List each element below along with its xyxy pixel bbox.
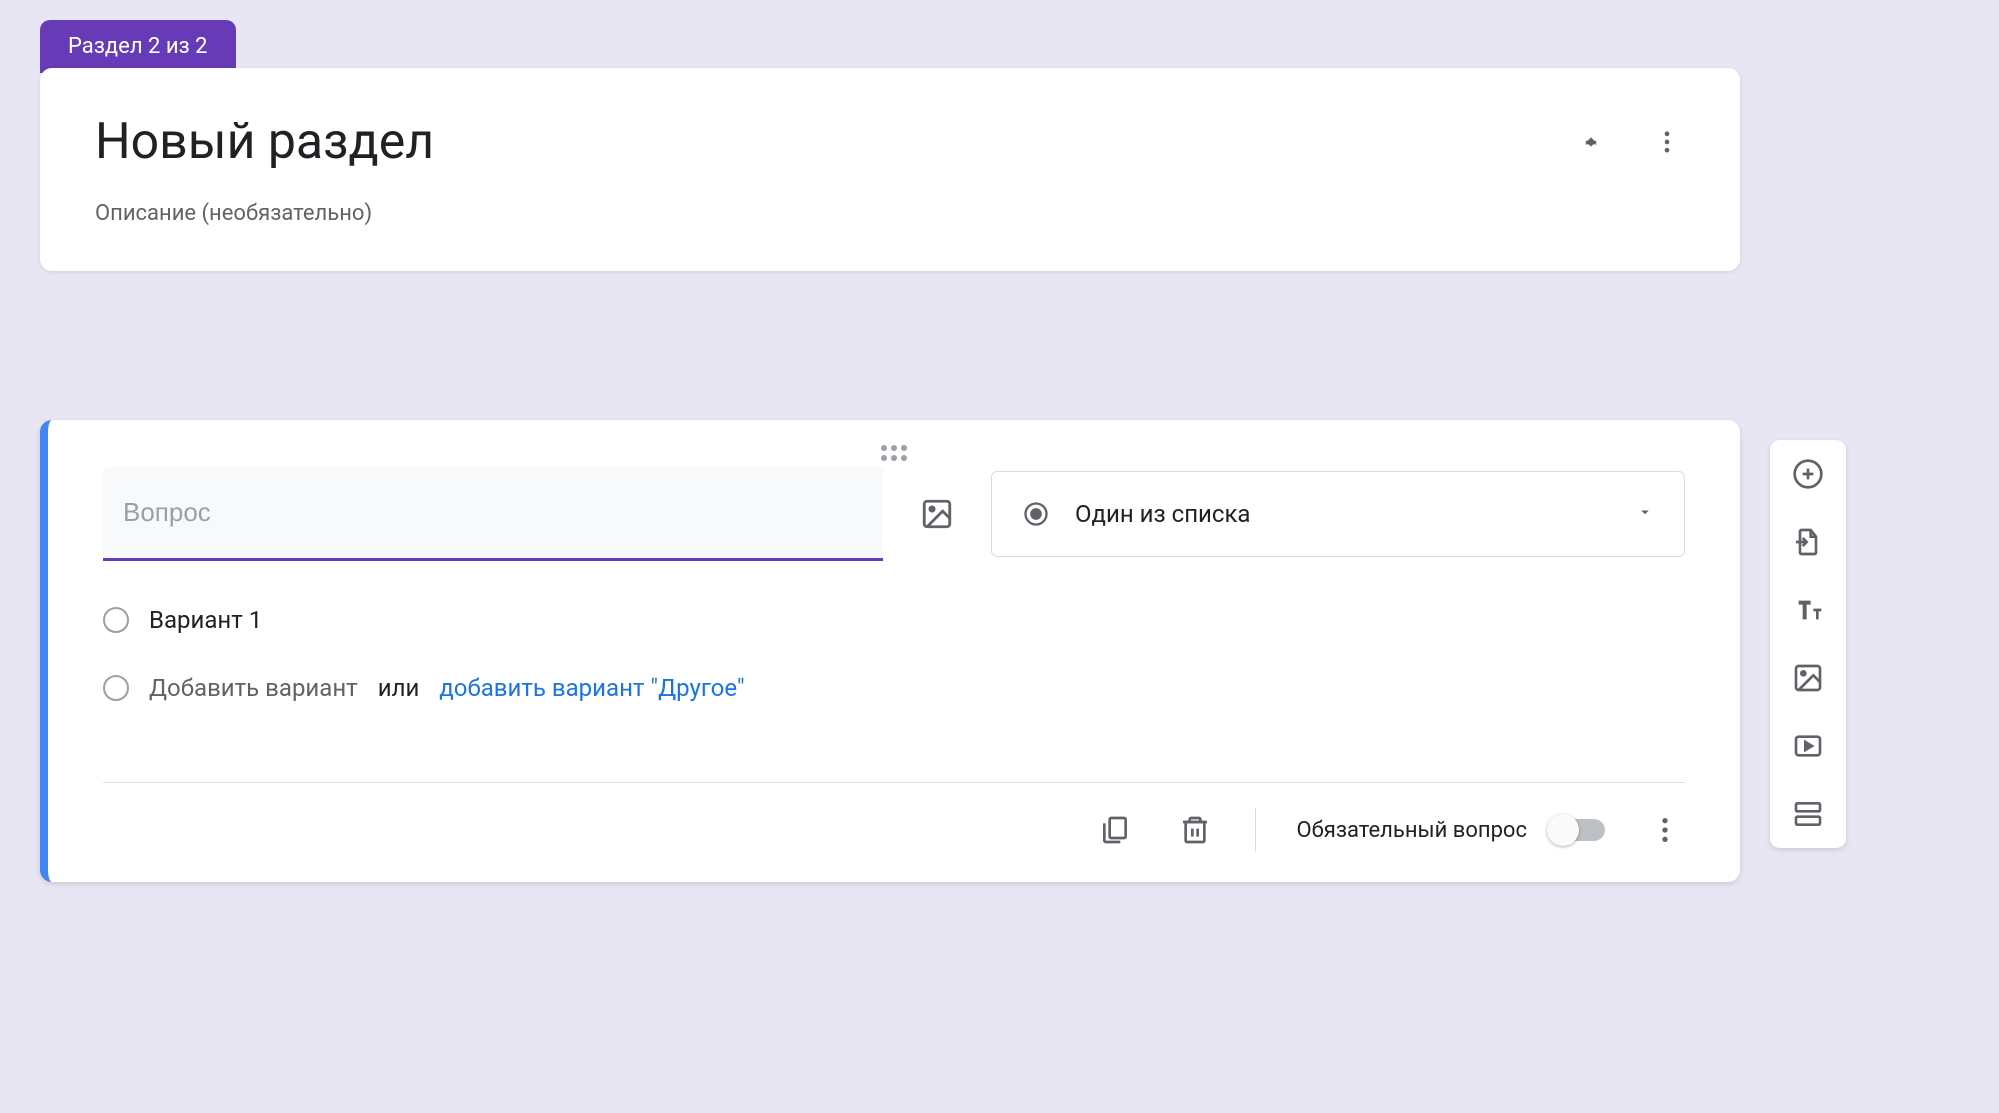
more-icon[interactable] xyxy=(1645,810,1685,850)
radio-icon xyxy=(1022,500,1050,528)
add-option-button[interactable]: Добавить вариант xyxy=(149,674,358,702)
chevron-down-icon xyxy=(1636,503,1654,525)
add-other-link[interactable]: добавить вариант "Другое" xyxy=(439,674,744,702)
add-image-icon[interactable] xyxy=(1788,658,1828,698)
collapse-icon[interactable] xyxy=(1573,124,1609,160)
duplicate-icon[interactable] xyxy=(1095,810,1135,850)
section-title-input[interactable]: Новый раздел xyxy=(95,113,1573,171)
or-text: или xyxy=(378,674,420,702)
delete-icon[interactable] xyxy=(1175,810,1215,850)
section-description-input[interactable]: Описание (необязательно) xyxy=(95,201,1685,226)
question-type-select[interactable]: Один из списка xyxy=(991,471,1685,557)
radio-icon xyxy=(103,607,129,633)
more-icon[interactable] xyxy=(1649,124,1685,160)
side-toolbar xyxy=(1770,440,1846,848)
add-image-icon[interactable] xyxy=(913,490,961,538)
question-card: Один из списка Вариант 1 Добавить вариан… xyxy=(40,420,1740,882)
import-questions-icon[interactable] xyxy=(1788,522,1828,562)
drag-handle-icon[interactable] xyxy=(48,420,1740,467)
section-header-card: Новый раздел Описание (необязательно) xyxy=(40,68,1740,271)
add-option-row: Добавить вариант или добавить вариант "Д… xyxy=(103,674,1685,702)
divider xyxy=(1255,808,1256,852)
add-section-icon[interactable] xyxy=(1788,794,1828,834)
add-title-icon[interactable] xyxy=(1788,590,1828,630)
question-input[interactable] xyxy=(103,467,883,561)
option-label[interactable]: Вариант 1 xyxy=(149,606,262,634)
add-question-icon[interactable] xyxy=(1788,454,1828,494)
required-toggle[interactable] xyxy=(1549,819,1605,841)
question-type-label: Один из списка xyxy=(1075,500,1611,528)
required-label: Обязательный вопрос xyxy=(1296,818,1527,843)
option-row[interactable]: Вариант 1 xyxy=(103,606,1685,634)
section-badge: Раздел 2 из 2 xyxy=(40,20,236,73)
add-video-icon[interactable] xyxy=(1788,726,1828,766)
radio-icon xyxy=(103,675,129,701)
